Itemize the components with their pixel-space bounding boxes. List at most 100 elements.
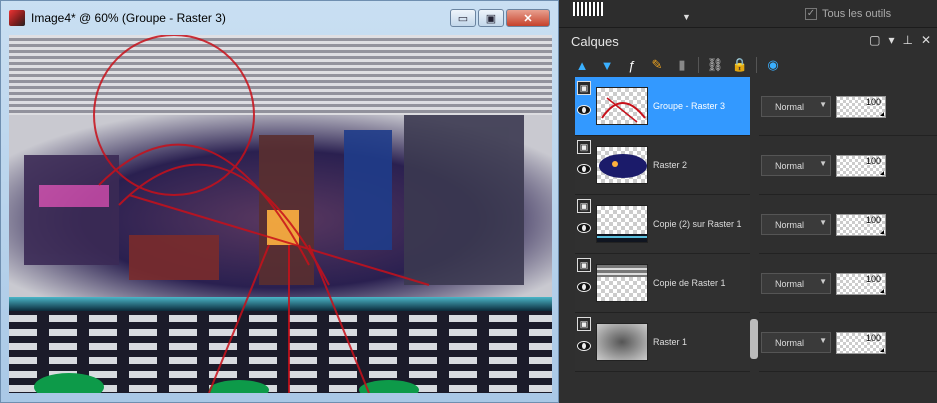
layer-name: Copie de Raster 1 bbox=[653, 278, 726, 288]
all-tools-option[interactable]: ✓ Tous les outils bbox=[805, 8, 891, 20]
layer-properties-row: Normal ▼ 100 bbox=[759, 77, 937, 136]
checkmark-icon[interactable]: ✓ bbox=[805, 8, 817, 20]
layer-icons: ▣ bbox=[577, 140, 593, 174]
pattern-swatch[interactable] bbox=[573, 2, 603, 16]
eye-icon[interactable] bbox=[577, 105, 591, 115]
panel-dropdown-icon[interactable]: ▾ bbox=[888, 33, 894, 47]
layer-row[interactable]: ▣ Raster 2 bbox=[575, 136, 750, 195]
layer-thumbnail bbox=[596, 264, 648, 302]
window-controls: ▭ ▣ ✕ bbox=[450, 9, 550, 27]
opacity-value: 100 bbox=[865, 97, 881, 107]
layer-name: Raster 2 bbox=[653, 160, 688, 170]
thumb-art bbox=[601, 97, 646, 123]
panel-header-buttons: ▢ ▾ ⊥ ✕ bbox=[869, 33, 931, 47]
eye-icon[interactable] bbox=[577, 282, 591, 292]
dropdown-arrow-icon: ▼ bbox=[819, 277, 827, 286]
layer-thumbnail bbox=[596, 146, 648, 184]
layer-type-icon: ▣ bbox=[577, 199, 591, 213]
opacity-field[interactable]: 100 bbox=[836, 155, 886, 177]
layer-name: Copie (2) sur Raster 1 bbox=[653, 219, 742, 229]
right-dock: ▼ ✓ Tous les outils Calques ▢ ▾ ⊥ ✕ ▲ ▼ … bbox=[559, 0, 937, 403]
image-window: Image4* @ 60% (Groupe - Raster 3) ▭ ▣ ✕ bbox=[0, 0, 559, 403]
close-button[interactable]: ✕ bbox=[506, 9, 550, 27]
splitter-handle[interactable] bbox=[750, 319, 758, 359]
opacity-value: 100 bbox=[865, 274, 881, 284]
layer-type-icon: ▣ bbox=[577, 140, 591, 154]
blend-mode-value: Normal bbox=[775, 160, 805, 171]
tool-options-strip: ▼ ✓ Tous les outils bbox=[559, 0, 937, 28]
opacity-value: 100 bbox=[865, 333, 881, 343]
layer-properties-list: Normal ▼ 100 Normal ▼ 100 Normal ▼ 100 Norm… bbox=[759, 77, 937, 372]
merge-down-icon[interactable]: ▼ bbox=[598, 56, 616, 74]
dropdown-arrow-icon: ▼ bbox=[819, 336, 827, 345]
dropdown-arrow-icon: ▼ bbox=[819, 159, 827, 168]
layer-properties-row: Normal ▼ 100 bbox=[759, 254, 937, 313]
eye-icon[interactable] bbox=[577, 164, 591, 174]
pin-icon[interactable]: ⊥ bbox=[902, 33, 912, 47]
effects-icon[interactable]: ƒ bbox=[623, 56, 641, 74]
dropdown-arrow-icon[interactable]: ▼ bbox=[682, 12, 691, 22]
opacity-field[interactable]: 100 bbox=[836, 332, 886, 354]
image-window-title: Image4* @ 60% (Groupe - Raster 3) bbox=[31, 11, 226, 25]
maximize-button[interactable]: ▣ bbox=[478, 9, 504, 27]
thumb-art bbox=[597, 234, 647, 242]
artwork bbox=[9, 35, 552, 393]
opacity-field[interactable]: 100 bbox=[836, 273, 886, 295]
layer-thumbnail bbox=[596, 205, 648, 243]
link-icon[interactable]: ⛓ bbox=[706, 56, 724, 74]
new-layer-icon[interactable]: ▲ bbox=[573, 56, 591, 74]
layer-type-icon: ▣ bbox=[577, 317, 591, 331]
layer-row[interactable]: ▣ Copie (2) sur Raster 1 bbox=[575, 195, 750, 254]
opacity-value: 100 bbox=[865, 156, 881, 166]
visibility-toggle-icon[interactable]: ◉ bbox=[764, 56, 782, 74]
toolbar-divider bbox=[756, 57, 757, 73]
thumb-art bbox=[597, 265, 647, 277]
eye-icon[interactable] bbox=[577, 223, 591, 233]
blend-mode-value: Normal bbox=[775, 337, 805, 348]
maximize-icon: ▣ bbox=[485, 12, 497, 25]
image-window-titlebar[interactable]: Image4* @ 60% (Groupe - Raster 3) ▭ ▣ ✕ bbox=[1, 1, 558, 35]
app-icon bbox=[9, 10, 25, 26]
opacity-field[interactable]: 100 bbox=[836, 96, 886, 118]
blend-mode-value: Normal bbox=[775, 101, 805, 112]
layer-icons: ▣ bbox=[577, 317, 593, 351]
delete-layer-icon[interactable]: ▮ bbox=[673, 56, 691, 74]
brush-icon[interactable]: ✎ bbox=[648, 56, 666, 74]
eye-icon[interactable] bbox=[577, 341, 591, 351]
layer-name: Groupe - Raster 3 bbox=[653, 101, 726, 111]
blend-mode-select[interactable]: Normal ▼ bbox=[761, 155, 831, 176]
thumb-art bbox=[599, 154, 647, 178]
opacity-field[interactable]: 100 bbox=[836, 214, 886, 236]
opacity-value: 100 bbox=[865, 215, 881, 225]
layer-properties-row: Normal ▼ 100 bbox=[759, 195, 937, 254]
panel-menu-icon[interactable]: ▢ bbox=[869, 33, 880, 47]
minimize-icon: ▭ bbox=[457, 12, 469, 25]
blend-mode-select[interactable]: Normal ▼ bbox=[761, 332, 831, 353]
layer-type-icon: ▣ bbox=[577, 81, 591, 95]
all-tools-label: Tous les outils bbox=[822, 8, 892, 20]
blend-mode-value: Normal bbox=[775, 278, 805, 289]
layers-panel-header: Calques ▢ ▾ ⊥ ✕ bbox=[559, 30, 937, 52]
layer-icons: ▣ bbox=[577, 81, 593, 115]
layer-icons: ▣ bbox=[577, 199, 593, 233]
lock-icon[interactable]: 🔒 bbox=[731, 56, 749, 74]
blend-mode-select[interactable]: Normal ▼ bbox=[761, 214, 831, 235]
blend-mode-select[interactable]: Normal ▼ bbox=[761, 273, 831, 294]
close-icon: ✕ bbox=[523, 12, 533, 25]
dropdown-arrow-icon: ▼ bbox=[819, 218, 827, 227]
minimize-button[interactable]: ▭ bbox=[450, 9, 476, 27]
layer-icons: ▣ bbox=[577, 258, 593, 292]
panel-close-icon[interactable]: ✕ bbox=[921, 33, 931, 47]
layer-row[interactable]: ▣ Groupe - Raster 3 bbox=[575, 77, 750, 136]
layer-name: Raster 1 bbox=[653, 337, 688, 347]
image-canvas[interactable] bbox=[9, 35, 552, 393]
layer-row[interactable]: ▣ Copie de Raster 1 bbox=[575, 254, 750, 313]
layer-row[interactable]: ▣ Raster 1 bbox=[575, 313, 750, 372]
screen: Image4* @ 60% (Groupe - Raster 3) ▭ ▣ ✕ bbox=[0, 0, 937, 403]
layer-properties-row: Normal ▼ 100 bbox=[759, 313, 937, 372]
blend-mode-select[interactable]: Normal ▼ bbox=[761, 96, 831, 117]
toolbar-divider bbox=[698, 57, 699, 73]
layers-toolbar: ▲ ▼ ƒ ✎ ▮ ⛓ 🔒 ◉ bbox=[573, 54, 782, 76]
panel-title: Calques bbox=[571, 33, 619, 49]
layer-type-icon: ▣ bbox=[577, 258, 591, 272]
